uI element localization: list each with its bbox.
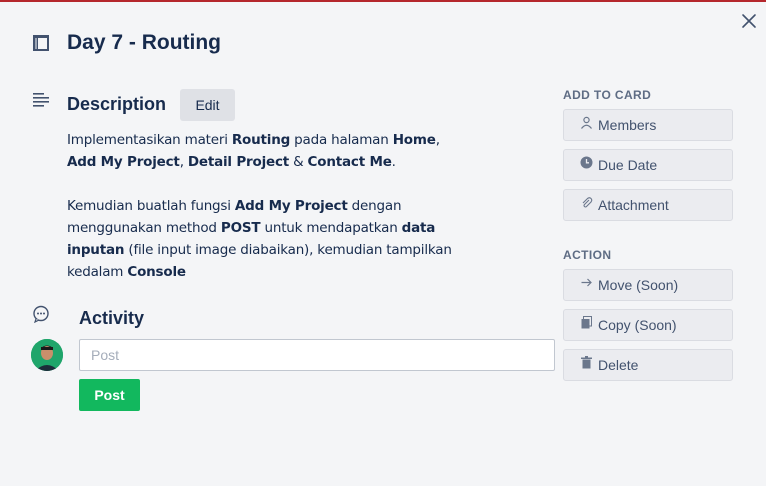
description-bold-text: Add My Project [67,154,180,170]
copy-icon [580,315,593,329]
move-label: Move (Soon) [598,277,679,293]
description-text: untuk mendapatkan [260,220,402,236]
description-text: Implementasikan materi [67,132,232,148]
copy-label: Copy (Soon) [598,317,677,333]
description-bold-text: Routing [231,132,291,148]
copy-button[interactable]: Copy (Soon) [563,309,733,341]
clock-icon [580,156,593,169]
card-title: Day 7 - Routing [67,31,222,54]
description-bold-text: Home [392,132,436,148]
description-paragraph-2: Kemudian buatlah fungsi Add My Project d… [67,195,467,283]
members-button[interactable]: Members [563,109,733,141]
delete-button[interactable]: Delete [563,349,733,381]
description-text: , [435,132,440,148]
card-icon [33,35,49,51]
close-icon[interactable] [740,12,758,30]
post-input[interactable] [79,339,555,371]
description-text: , [179,154,188,170]
description-text: Kemudian buatlah fungsi [67,198,235,214]
top-accent-bar [0,0,766,2]
comment-icon [32,305,50,324]
description-bold-text: POST [220,220,261,236]
description-icon [33,93,49,107]
members-label: Members [598,117,657,133]
description-body: Implementasikan materi Routing pada hala… [67,129,467,283]
action-label: ACTION [563,248,612,262]
add-to-card-label: ADD TO CARD [563,88,652,102]
arrow-right-icon [580,276,593,289]
avatar [31,339,63,371]
due-date-label: Due Date [598,157,658,173]
description-heading: Description [67,94,167,114]
description-bold-text: Detail Project [187,154,290,170]
edit-description-button[interactable]: Edit [180,89,235,121]
attachment-button[interactable]: Attachment [563,189,733,221]
post-button[interactable]: Post [79,379,140,411]
description-paragraph-1: Implementasikan materi Routing pada hala… [67,129,467,173]
description-text: pada halaman [290,132,393,148]
trash-icon [580,355,593,369]
due-date-button[interactable]: Due Date [563,149,733,181]
description-bold-text: Add My Project [234,198,348,214]
description-bold-text: Console [127,264,186,280]
person-icon [580,116,593,129]
description-bold-text: Contact Me [307,154,392,170]
activity-heading: Activity [79,308,145,328]
description-text: . [391,154,396,170]
description-text: (file input image diabaikan), kemudian t… [67,242,452,280]
attachment-label: Attachment [598,197,669,213]
move-button[interactable]: Move (Soon) [563,269,733,301]
paperclip-icon [580,196,593,209]
description-text: & [289,154,308,170]
delete-label: Delete [598,357,639,373]
